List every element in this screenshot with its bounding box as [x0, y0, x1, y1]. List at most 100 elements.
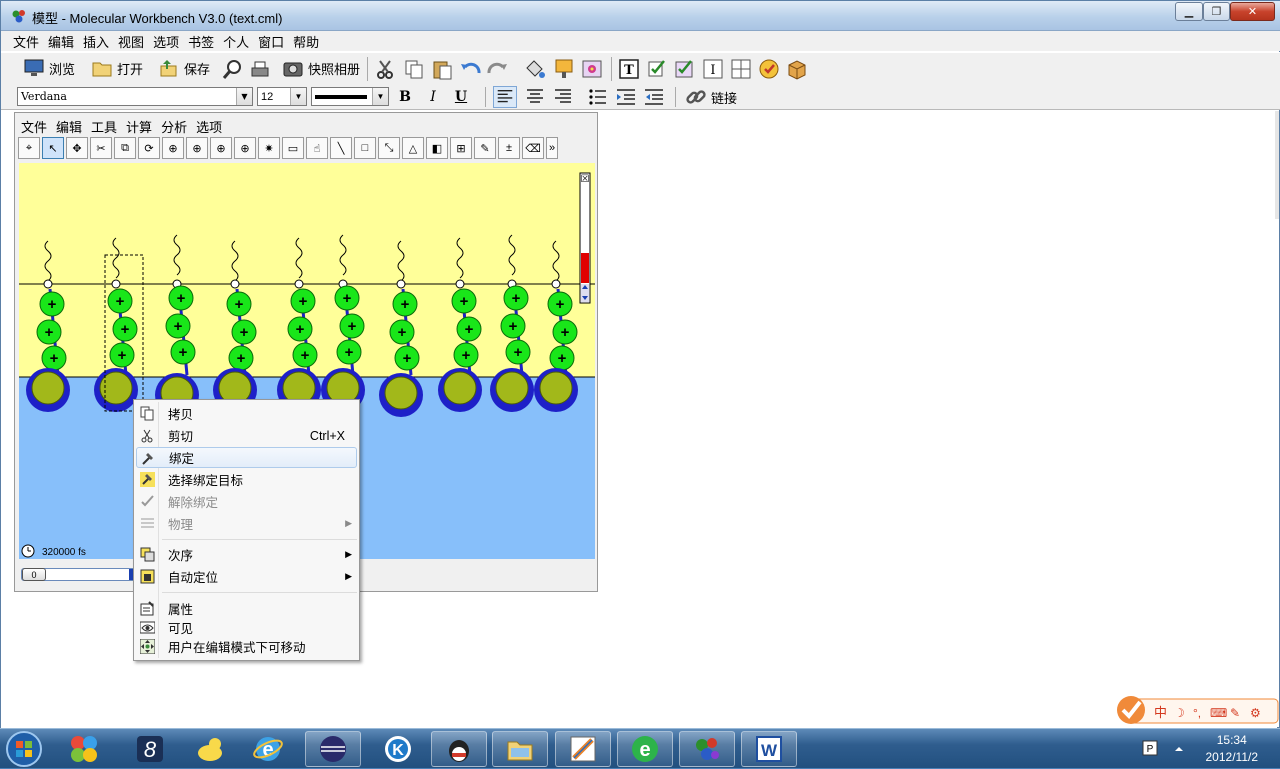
- charge-label[interactable]: +: [235, 296, 244, 313]
- align-right-icon[interactable]: [551, 86, 575, 108]
- model-menu-compute[interactable]: 计算: [126, 117, 152, 136]
- charge-label[interactable]: +: [398, 324, 407, 341]
- menu-edit[interactable]: 编辑: [48, 32, 74, 51]
- add-atom-tool-1[interactable]: ⊕: [162, 137, 184, 159]
- charge-label[interactable]: +: [556, 296, 565, 313]
- charge-label[interactable]: +: [240, 324, 249, 341]
- heat-tool[interactable]: ✷: [258, 137, 280, 159]
- charge-label[interactable]: +: [179, 344, 188, 361]
- select-area-tool[interactable]: ⌖: [18, 137, 40, 159]
- lipid-head-marker[interactable]: [455, 279, 465, 289]
- taskbar-app-8[interactable]: 8: [122, 731, 178, 767]
- mark-tool[interactable]: ⊞: [450, 137, 472, 159]
- charge-label[interactable]: +: [343, 290, 352, 307]
- model-menu-analysis[interactable]: 分析: [161, 117, 187, 136]
- menu-item-properties[interactable]: 属性: [136, 598, 357, 619]
- anchor-core[interactable]: [539, 371, 573, 405]
- taskbar-internet-explorer[interactable]: e: [240, 731, 296, 767]
- menu-item-physics[interactable]: 物理 ▶: [136, 513, 357, 534]
- add-atom-tool-4[interactable]: ⊕: [234, 137, 256, 159]
- menu-item-copy[interactable]: 拷贝: [136, 403, 357, 424]
- taskbar-browser-e[interactable]: e: [617, 731, 673, 767]
- charge-label[interactable]: +: [177, 290, 186, 307]
- print-icon[interactable]: [249, 59, 271, 81]
- cut-icon[interactable]: [375, 58, 397, 80]
- browse-button[interactable]: 浏览: [23, 57, 75, 79]
- add-obstacle-tool[interactable]: ▭: [282, 137, 304, 159]
- lipid-head-marker[interactable]: [551, 279, 561, 289]
- menu-options[interactable]: 选项: [153, 32, 179, 51]
- checkbox-widget-icon[interactable]: [646, 58, 668, 80]
- charge-label[interactable]: +: [237, 350, 246, 367]
- triangle-tool[interactable]: △: [402, 137, 424, 159]
- lipid-head-marker[interactable]: [43, 279, 53, 289]
- anchor-core[interactable]: [384, 376, 418, 410]
- model-menu-tools[interactable]: 工具: [91, 117, 117, 136]
- erase-tool[interactable]: ⌫: [522, 137, 544, 159]
- anchor-core[interactable]: [495, 371, 529, 405]
- vertical-scrollbar[interactable]: [1275, 111, 1279, 219]
- font-size-select[interactable]: 12 ▼: [257, 87, 307, 106]
- menu-file[interactable]: 文件: [13, 32, 39, 51]
- outdent-icon[interactable]: [642, 86, 666, 108]
- charge-label[interactable]: +: [465, 321, 474, 338]
- add-atom-tool-2[interactable]: ⊕: [186, 137, 208, 159]
- cut-tool[interactable]: ✂: [90, 137, 112, 159]
- taskbar-pinwheel-app[interactable]: [56, 731, 112, 767]
- menu-item-auto-position[interactable]: 自动定位 ▶: [136, 566, 357, 587]
- line-color-select[interactable]: ▼: [311, 87, 389, 106]
- lipid-head-marker[interactable]: [294, 279, 304, 289]
- taskbar-explorer[interactable]: [492, 731, 548, 767]
- charge-label[interactable]: +: [116, 293, 125, 310]
- taskbar-eclipse[interactable]: [305, 731, 361, 767]
- charge-label[interactable]: +: [45, 324, 54, 341]
- menu-item-choose-bind-target[interactable]: 选择绑定目标: [136, 469, 357, 490]
- open-button[interactable]: 打开: [91, 57, 143, 79]
- menu-help[interactable]: 帮助: [293, 32, 319, 51]
- underline-button[interactable]: U: [450, 87, 472, 107]
- slider-knob[interactable]: 0: [22, 568, 46, 581]
- link-button[interactable]: 链接: [685, 86, 737, 108]
- tray-expand-icon[interactable]: [1174, 744, 1184, 754]
- rectangle-tool[interactable]: □: [354, 137, 376, 159]
- pointer-tool[interactable]: ↖: [42, 137, 64, 159]
- package-icon[interactable]: [786, 58, 808, 80]
- start-button[interactable]: [4, 729, 44, 769]
- taskbar-k-app[interactable]: K: [370, 731, 426, 767]
- charge-label[interactable]: +: [121, 321, 130, 338]
- input-field-icon[interactable]: I: [702, 58, 724, 80]
- charge-label[interactable]: +: [48, 296, 57, 313]
- lipid-head-marker[interactable]: [230, 279, 240, 289]
- ime-indicator-icon[interactable]: P: [1142, 740, 1158, 756]
- charge-label[interactable]: +: [118, 347, 127, 364]
- image-icon[interactable]: [581, 58, 603, 80]
- multi-choice-icon[interactable]: [674, 58, 696, 80]
- menu-view[interactable]: 视图: [118, 32, 144, 51]
- rotate-tool[interactable]: ⟳: [138, 137, 160, 159]
- charge-label[interactable]: +: [403, 350, 412, 367]
- charge-label[interactable]: +: [50, 350, 59, 367]
- snapshot-button[interactable]: 快照相册: [282, 57, 360, 79]
- save-button[interactable]: 保存: [158, 57, 210, 79]
- bold-button[interactable]: B: [394, 87, 416, 107]
- indent-icon[interactable]: [614, 86, 638, 108]
- menu-insert[interactable]: 插入: [83, 32, 109, 51]
- model-menu-edit[interactable]: 编辑: [56, 117, 82, 136]
- charge-label[interactable]: +: [460, 293, 469, 310]
- taskbar-molecule-app[interactable]: [679, 731, 735, 767]
- resize-tool[interactable]: ⤡: [378, 137, 400, 159]
- charge-label[interactable]: +: [348, 318, 357, 335]
- charge-label[interactable]: +: [509, 318, 518, 335]
- text-box-icon[interactable]: T: [618, 58, 640, 80]
- italic-button[interactable]: I: [422, 87, 444, 107]
- move-tool[interactable]: ✥: [66, 137, 88, 159]
- paste-icon[interactable]: [431, 58, 453, 80]
- plugin-disc-icon[interactable]: [758, 58, 780, 80]
- close-button[interactable]: ✕: [1230, 2, 1275, 21]
- add-atom-tool-3[interactable]: ⊕: [210, 137, 232, 159]
- lipid-head-marker[interactable]: [111, 279, 121, 289]
- taskbar-molecular-workbench[interactable]: [555, 731, 611, 767]
- lipid-head-marker[interactable]: [396, 279, 406, 289]
- highlight-tool[interactable]: ✎: [474, 137, 496, 159]
- time-slider[interactable]: 0: [21, 568, 136, 581]
